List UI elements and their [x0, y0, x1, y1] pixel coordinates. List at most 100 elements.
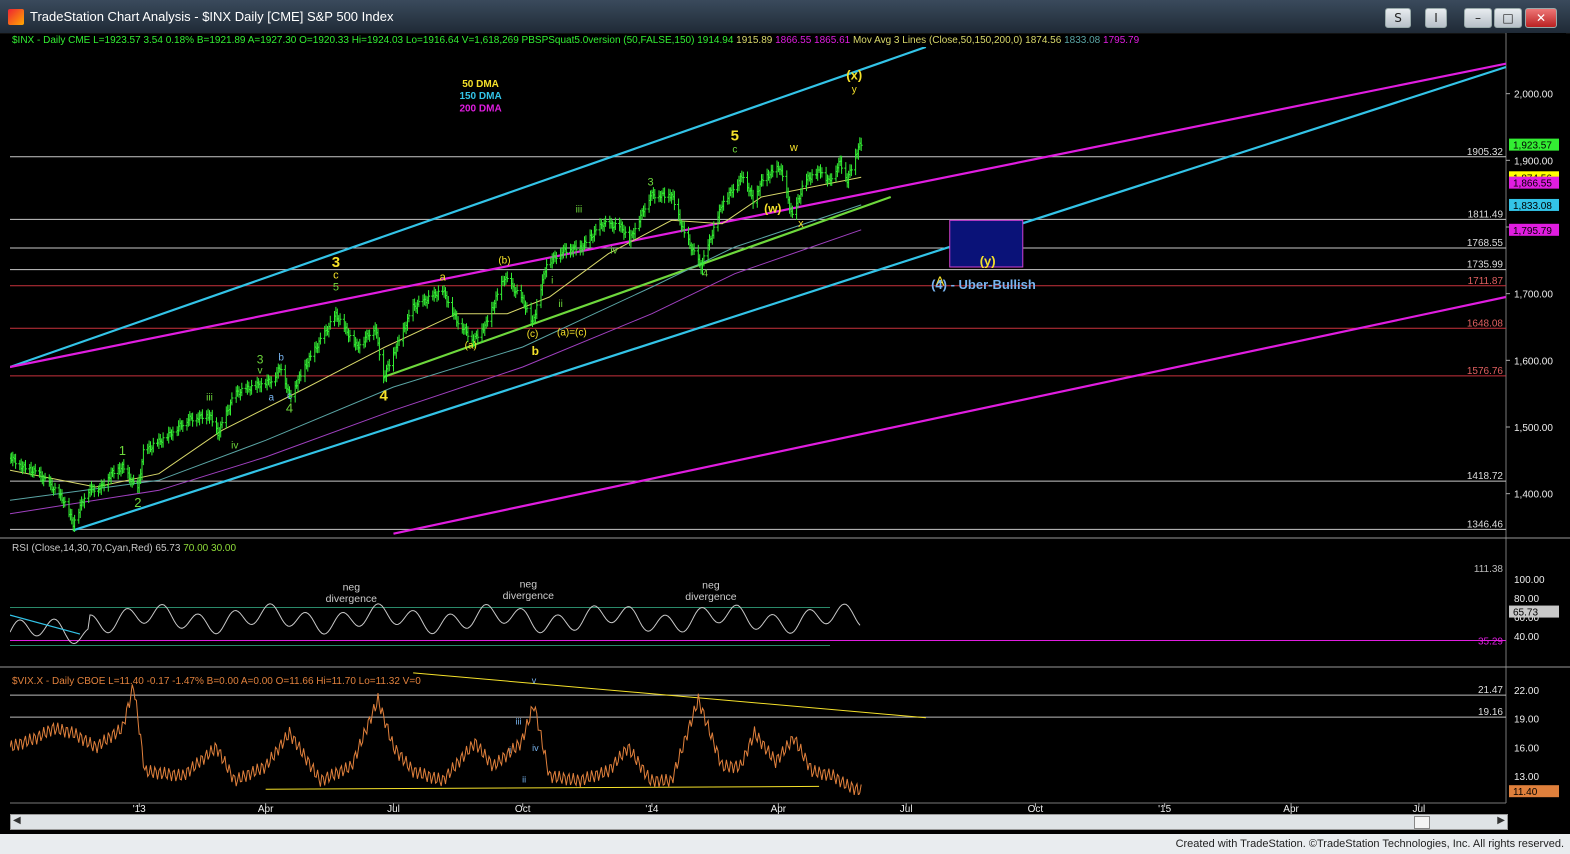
status-footer: Created with TradeStation. ©TradeStation…: [0, 834, 1570, 854]
support-line-label: 1346.46: [1467, 519, 1504, 530]
vix-annotation: v: [532, 675, 537, 685]
rsi-annotation: divergence: [326, 593, 378, 605]
vix-annotation: iv: [532, 743, 539, 753]
x-tick-label: '15: [1158, 804, 1171, 814]
wave-label: 200 DMA: [459, 104, 501, 115]
price-header-segment: 1915.89: [733, 35, 772, 46]
wave-label: b: [532, 344, 539, 358]
y-tick-label: 1,500.00: [1514, 423, 1553, 434]
wave-label: 1: [119, 443, 126, 458]
rsi-extra-label: 35.29: [1478, 636, 1503, 647]
support-line-label: 1735.99: [1467, 260, 1504, 271]
rsi-last-tag-label: 65.73: [1513, 608, 1538, 619]
last-value-tag-label: 1,923.57: [1513, 141, 1552, 152]
rsi-plot: [10, 603, 1506, 646]
wave-label: c: [333, 269, 339, 281]
support-line-label: 1768.55: [1467, 238, 1504, 249]
wave-label: 4: [286, 400, 293, 415]
vix-header: $VIX.X - Daily CBOE L=11.40 -0.17 -1.47%…: [12, 676, 421, 687]
x-tick-label: Jul: [1413, 804, 1426, 814]
tradestation-app-icon: [8, 9, 24, 25]
window-title: TradeStation Chart Analysis - $INX Daily…: [30, 9, 394, 24]
wave-label: ii: [558, 299, 562, 310]
wave-label: 3: [647, 177, 653, 189]
wave-label: 4: [379, 387, 388, 404]
wave-label: c: [732, 144, 737, 155]
wave-label: 50 DMA: [462, 79, 499, 90]
maximize-button[interactable]: □: [1494, 8, 1522, 28]
vix-annotation: i: [509, 745, 511, 755]
vix-tick-label: 13.00: [1514, 772, 1539, 783]
ma50-line: [10, 176, 862, 488]
wave-label: 4: [703, 268, 709, 279]
wave-label: (w): [764, 201, 781, 215]
wave-label: (b): [498, 256, 510, 267]
y-tick-label: 1,400.00: [1514, 490, 1553, 501]
wave-label: iv: [610, 246, 617, 257]
x-tick-label: Apr: [1283, 804, 1299, 814]
vix-header-segment: B=0.00: [204, 676, 239, 687]
y-tick-label: 1,900.00: [1514, 156, 1553, 167]
vix-header-segment: L=11.40: [105, 676, 144, 687]
wave-label: 5: [731, 127, 739, 144]
trendline-cyan-lower: [72, 65, 1506, 532]
support-line-label: 1576.76: [1467, 366, 1504, 377]
trendline-magenta-upper: [10, 62, 1506, 369]
chart-canvas[interactable]: $INX - Daily CME L=1923.57 3.54 0.18% B=…: [0, 33, 1570, 814]
scroll-left-icon[interactable]: ◀: [13, 815, 21, 826]
scrollbar-thumb[interactable]: [1414, 816, 1430, 829]
wave-label: 3: [257, 353, 264, 367]
wave-label: iii: [206, 392, 213, 403]
x-tick-label: Oct: [1028, 804, 1044, 814]
wave-label: y: [852, 84, 857, 95]
vix-header-segment: -0.17: [144, 676, 170, 687]
x-tick-label: Apr: [771, 804, 787, 814]
support-line-label: 1418.72: [1467, 471, 1504, 482]
vix-header-segment: $VIX.X - Daily CBOE: [12, 676, 106, 687]
rsi-annotation: divergence: [685, 591, 737, 603]
vix-header-segment: O=11.66: [273, 676, 314, 687]
wave-label: (y): [980, 254, 996, 269]
vix-annotation: ii: [522, 775, 526, 785]
price-header-segment: $INX - Daily CME L=1923.57 3.54 0.18% B=…: [12, 35, 694, 46]
price-header-segment: 1865.61: [811, 35, 850, 46]
vix-tick-label: 22.00: [1514, 686, 1539, 697]
wave-label: (x): [846, 68, 862, 83]
rsi-header-segment: 65.73: [153, 543, 181, 554]
vix-level-label: 19.16: [1478, 707, 1503, 718]
y-tick-label: 2,000.00: [1514, 90, 1553, 101]
support-line-label: 1648.08: [1467, 318, 1504, 329]
last-value-tag-label: 1,833.08: [1513, 201, 1552, 212]
scroll-right-icon[interactable]: ▶: [1497, 815, 1505, 826]
rsi-tick-label: 40.00: [1514, 632, 1539, 643]
price-plot: [10, 47, 1506, 535]
symbol-link-button[interactable]: S: [1385, 8, 1411, 28]
price-header-segment: 1874.56: [1022, 35, 1061, 46]
x-tick-label: Oct: [515, 804, 531, 814]
wave-label: x: [798, 218, 804, 230]
price-header: $INX - Daily CME L=1923.57 3.54 0.18% B=…: [12, 35, 1140, 46]
wave-label: 5: [333, 281, 339, 293]
x-tick-label: '14: [645, 804, 658, 814]
vix-level-label: 21.47: [1478, 685, 1503, 696]
wave-label: (4) - Uber-Bullish: [931, 277, 1036, 292]
close-button[interactable]: ✕: [1525, 8, 1557, 28]
vix-last-tag-label: 11.40: [1513, 787, 1538, 798]
vix-tick-label: 16.00: [1514, 743, 1539, 754]
x-tick-label: Apr: [258, 804, 274, 814]
ma150-line: [10, 204, 862, 501]
wave-label: (a)=(c): [557, 328, 587, 339]
y-tick-label: 1,600.00: [1514, 356, 1553, 367]
minimize-button[interactable]: –: [1464, 8, 1492, 28]
vix-header-segment: -1.47%: [169, 676, 204, 687]
price-bars: [10, 137, 863, 532]
horizontal-scrollbar[interactable]: ◀ ▶: [10, 814, 1508, 830]
vix-tick-label: 19.00: [1514, 715, 1539, 726]
wave-label: v: [258, 366, 263, 377]
vix-plot: [10, 672, 1506, 795]
last-value-tag-label: 1,795.79: [1513, 226, 1552, 237]
vix-trendline: [265, 785, 820, 790]
rsi-annotation: neg: [520, 579, 538, 591]
indicator-link-button[interactable]: I: [1425, 8, 1447, 28]
rsi-line: [10, 603, 861, 645]
